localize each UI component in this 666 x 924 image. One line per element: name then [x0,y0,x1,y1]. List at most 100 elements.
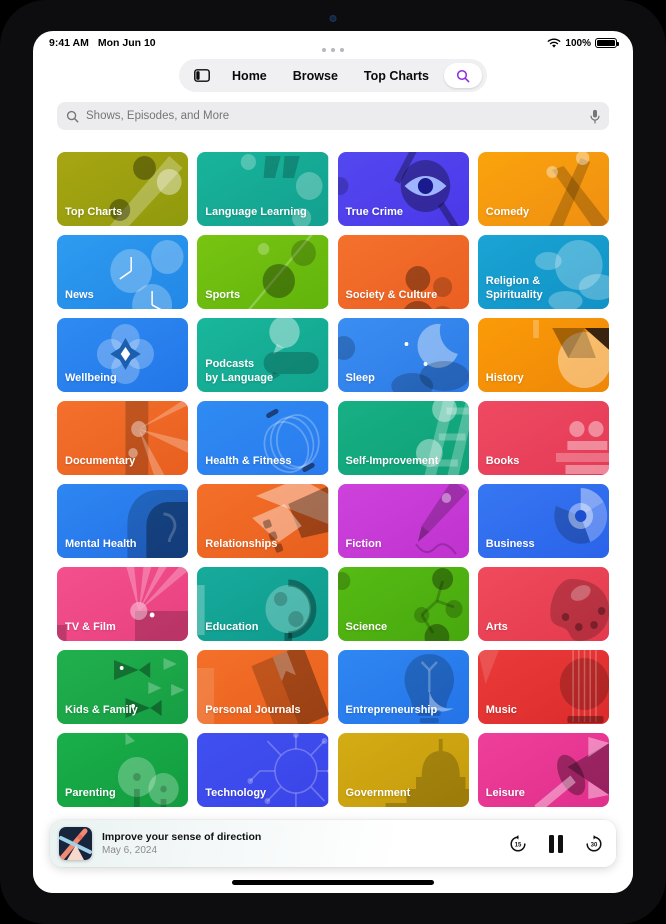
category-tile[interactable]: Society & Culture [337,235,469,309]
category-tile[interactable]: News [57,235,189,309]
category-tile-label: Education [205,620,259,633]
status-date: Mon Jun 10 [97,37,156,49]
home-indicator[interactable] [232,880,434,885]
category-tile-label: History [485,371,524,384]
category-tile[interactable]: Books [477,401,609,475]
category-tile-label: Personal Journals [205,703,301,716]
category-tile-label: Fiction [345,537,382,550]
category-tile-label: True Crime [345,205,403,218]
battery-percent: 100% [565,37,591,49]
category-tile-label: Leisure [485,786,525,799]
search-icon [456,69,470,82]
category-tile-label: Documentary [65,454,136,467]
screen: 9:41 AM Mon Jun 10 100% Home Browse Top … [33,31,633,893]
category-tile-label: Arts [485,620,508,633]
status-bar-left: 9:41 AM Mon Jun 10 [49,37,156,49]
category-tile-label: Technology [205,786,267,799]
search-input[interactable]: Shows, Episodes, and More [86,110,583,122]
nav-item-top-charts[interactable]: Top Charts [353,59,440,92]
category-tile-label: Wellbeing [65,371,117,384]
category-tile-label: TV & Film [65,620,116,633]
category-tile[interactable]: True Crime [337,152,469,226]
multitask-handle[interactable] [322,48,344,52]
mini-player[interactable]: Improve your sense of direction May 6, 2… [50,820,616,867]
category-tile[interactable]: Religion & Spirituality [477,235,609,309]
sidebar-toggle-button[interactable] [187,59,217,92]
nav-item-browse[interactable]: Browse [282,59,349,92]
category-tile[interactable]: Health & Fitness [197,401,329,475]
skip-forward-30-icon: 30 [586,834,602,852]
ipad-device-frame: 9:41 AM Mon Jun 10 100% Home Browse Top … [0,0,666,924]
pause-icon [549,834,563,853]
category-tile[interactable]: Arts [477,567,609,641]
category-tile-label: Books [485,454,520,467]
category-tile-label: Language Learning [205,205,307,218]
front-camera [329,15,337,22]
status-time: 9:41 AM [49,37,89,49]
category-tile-label: Kids & Family [65,703,138,716]
category-tile[interactable]: Wellbeing [57,318,189,392]
skip-back-15-icon: 15 [510,834,526,852]
skip-forward-30-button[interactable]: 30 [584,834,604,854]
category-tile-label: Top Charts [65,205,123,218]
category-tile-label: Music [485,703,517,716]
category-tile-label: Government [345,786,411,799]
category-tile-label: Relationships [205,537,278,550]
category-tile-label: Business [485,537,535,550]
search-icon [66,110,79,122]
category-tile[interactable]: Top Charts [57,152,189,226]
category-tile-label: Health & Fitness [205,454,292,467]
category-tile[interactable]: Leisure [477,733,609,807]
category-tile-label: News [65,288,94,301]
category-tile[interactable]: Kids & Family [57,650,189,724]
category-tile-label: Podcasts by Language [205,358,274,384]
svg-text:15: 15 [515,842,522,848]
category-tile[interactable]: Self-Improvement [337,401,469,475]
category-tile[interactable]: Education [197,567,329,641]
skip-back-15-button[interactable]: 15 [508,834,528,854]
category-tile[interactable]: Music [477,650,609,724]
category-tile-label: Society & Culture [345,288,438,301]
battery-full-icon [595,37,619,49]
search-tab-button[interactable] [443,63,482,88]
multitask-dot [331,48,335,52]
pause-button[interactable] [549,834,563,853]
category-tile[interactable]: Relationships [197,484,329,558]
status-bar-right: 100% [547,37,619,49]
category-tile-label: Science [345,620,388,633]
multitask-dot [340,48,344,52]
category-tile[interactable]: Personal Journals [197,650,329,724]
browse-scroll-area[interactable]: Top Charts Language Learning True Crime … [33,139,633,893]
episode-date: May 6, 2024 [102,845,158,856]
category-tile-label: Religion & Spirituality [485,275,543,301]
category-tile[interactable]: Fiction [337,484,469,558]
category-tile[interactable]: Science [337,567,469,641]
category-tile[interactable]: History [477,318,609,392]
category-tile-label: Self-Improvement [345,454,439,467]
category-tile[interactable]: Technology [197,733,329,807]
episode-info: Improve your sense of direction May 6, 2… [102,831,508,856]
category-tile[interactable]: Language Learning [197,152,329,226]
multitask-dot [322,48,326,52]
category-tile[interactable]: Entrepreneurship [337,650,469,724]
category-tile[interactable]: Podcasts by Language [197,318,329,392]
microphone-icon[interactable] [590,109,600,124]
episode-artwork [59,827,92,860]
category-tile-label: Sleep [345,371,375,384]
category-tile[interactable]: Documentary [57,401,189,475]
category-tile[interactable]: Business [477,484,609,558]
category-tile-label: Entrepreneurship [345,703,438,716]
category-tile[interactable]: Sports [197,235,329,309]
category-tile[interactable]: Mental Health [57,484,189,558]
category-tile[interactable]: Parenting [57,733,189,807]
navigation-bar: Home Browse Top Charts [33,59,633,92]
category-grid: Top Charts Language Learning True Crime … [33,139,633,807]
nav-item-home[interactable]: Home [221,59,278,92]
category-tile[interactable]: Government [337,733,469,807]
category-tile-label: Sports [205,288,241,301]
search-field[interactable]: Shows, Episodes, and More [57,102,609,130]
wifi-icon [548,37,561,48]
category-tile[interactable]: Sleep [337,318,469,392]
category-tile[interactable]: TV & Film [57,567,189,641]
category-tile[interactable]: Comedy [477,152,609,226]
